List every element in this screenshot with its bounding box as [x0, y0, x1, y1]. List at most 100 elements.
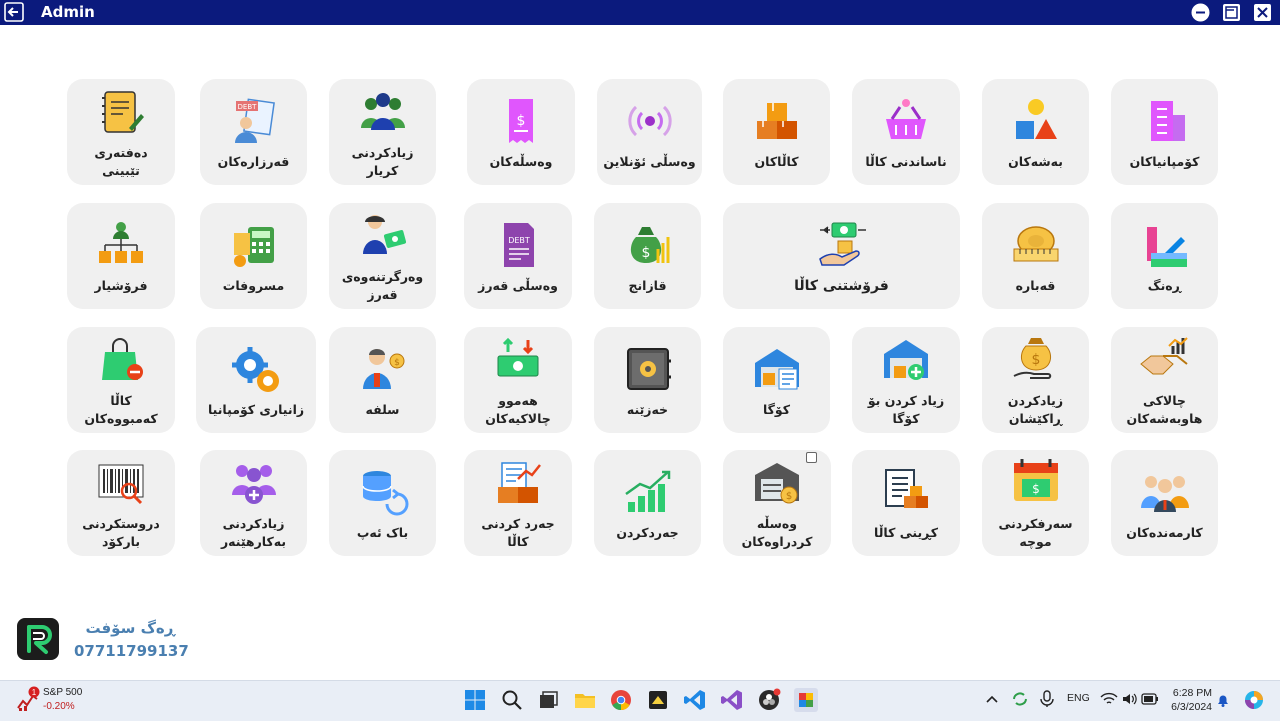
tile-settings-gears[interactable]: زانیاری کۆمپانیا	[196, 327, 316, 433]
tile-handshake[interactable]: چالاکی هاوبەشەکان	[1111, 327, 1218, 433]
tile-checkbox[interactable]	[806, 452, 817, 463]
tile-growth-chart[interactable]: جەردکردن	[594, 450, 701, 556]
chrome-icon[interactable]	[609, 688, 633, 712]
money-hand-icon: $	[1008, 332, 1064, 388]
safe-icon	[620, 341, 676, 397]
brand-name: ڕەگ سۆفت	[85, 619, 175, 637]
tile-backup-database[interactable]: باک ئەپ	[329, 450, 436, 556]
maximize-icon[interactable]	[1222, 3, 1241, 22]
task-view-icon[interactable]	[536, 688, 560, 712]
tile-online-broadcast[interactable]: وەسڵی ئۆنلاین	[597, 79, 702, 185]
tile-basket[interactable]: ناساندنی کاڵا	[852, 79, 960, 185]
tile-customers[interactable]: زیادکردنی کریار	[329, 79, 436, 185]
purchase-list-icon	[878, 464, 934, 520]
speaker-icon[interactable]	[1121, 691, 1137, 707]
active-app-icon[interactable]	[794, 688, 818, 712]
tile-expenses-calculator[interactable]: مسروفات	[200, 203, 307, 309]
tile-label: کڕینی کاڵا	[874, 525, 938, 540]
close-icon[interactable]	[1253, 3, 1272, 22]
tile-label: سلفە	[365, 402, 400, 417]
backup-database-icon	[355, 464, 411, 520]
tile-label: فرۆشتنی کاڵا	[794, 278, 889, 294]
salary-calendar-icon: $	[1008, 455, 1064, 511]
boxes-icon	[749, 93, 805, 149]
svg-text:DEBT: DEBT	[237, 103, 257, 111]
back-icon[interactable]	[4, 2, 24, 22]
basket-icon	[878, 93, 934, 149]
tile-shopping-bag-minus[interactable]: کاڵا کەمبووەکان	[67, 327, 175, 433]
tile-label: قازانج	[628, 278, 667, 293]
tile-shapes[interactable]: بەشەکان	[982, 79, 1089, 185]
tile-safe[interactable]: خەزێنە	[594, 327, 701, 433]
clock-time[interactable]: 6:28 PM	[1172, 687, 1212, 699]
tile-label: باک ئەپ	[356, 525, 409, 540]
tile-label: خەزێنە	[626, 402, 669, 417]
tile-sell-goods[interactable]: فرۆشتنی کاڵا	[723, 203, 960, 309]
tile-warehouse[interactable]: کۆگا	[723, 327, 830, 433]
tile-label: کاڵا کەمبووەکان	[84, 393, 158, 426]
vscode-icon[interactable]	[683, 688, 707, 712]
debt-receipt-icon: DEBT	[490, 217, 546, 273]
visual-studio-icon[interactable]	[720, 688, 744, 712]
minimize-icon[interactable]	[1191, 3, 1210, 22]
tile-profit-moneybag[interactable]: $ قازانج	[594, 203, 701, 309]
svg-text:$: $	[1031, 352, 1040, 368]
stock-chart-icon[interactable]: 1	[16, 686, 42, 712]
tile-label: ڕەنگ	[1147, 278, 1182, 293]
search-icon[interactable]	[500, 688, 524, 712]
tile-company-building[interactable]: کۆمپانیاکان	[1111, 79, 1218, 185]
tile-label: وەسڵی قەرز	[478, 278, 558, 293]
sticky-app-icon[interactable]	[646, 688, 670, 712]
sync-icon[interactable]	[1011, 690, 1029, 708]
tile-barcode[interactable]: دروستکردنی بارکۆد	[67, 450, 175, 556]
chevron-up-icon[interactable]	[984, 692, 1000, 708]
tile-receipt[interactable]: $ وەسڵەکان	[467, 79, 575, 185]
notification-bell-icon[interactable]	[1215, 692, 1231, 708]
microphone-icon[interactable]	[1039, 690, 1055, 708]
file-explorer-icon[interactable]	[573, 688, 597, 712]
tile-tape-measure[interactable]: قەبارە	[982, 203, 1089, 309]
profit-moneybag-icon: $	[620, 217, 676, 273]
tile-boxes[interactable]: کاڵاکان	[723, 79, 830, 185]
tile-label: بەشەکان	[1008, 154, 1063, 169]
tile-inventory-chart[interactable]: جەرد کردنی کاڵا	[464, 450, 572, 556]
settings-gears-icon	[228, 341, 284, 397]
tile-employees[interactable]: کارمەندەکان	[1111, 450, 1218, 556]
tile-salary-calendar[interactable]: $ سەرفکردنی موچە	[982, 450, 1089, 556]
tile-label: کۆمپانیاکان	[1129, 154, 1200, 169]
tile-advance-person[interactable]: $ سلفە	[329, 327, 436, 433]
stock-name: S&P 500	[43, 687, 83, 698]
tape-measure-icon	[1008, 217, 1064, 273]
language-indicator[interactable]: ENG	[1067, 692, 1090, 704]
tile-debt-people[interactable]: DEBT قەرزارەکان	[200, 79, 307, 185]
stock-change: -0.20%	[43, 701, 75, 712]
shapes-icon	[1008, 93, 1064, 149]
tile-label: زیادکردن ڕاکێشان	[1007, 393, 1064, 426]
tile-store-money[interactable]: $ وەسڵە کردراوەکان	[723, 450, 831, 556]
tile-color-palette[interactable]: ڕەنگ	[1111, 203, 1218, 309]
money-transfer-icon	[490, 332, 546, 388]
tile-purchase-list[interactable]: کڕینی کاڵا	[852, 450, 960, 556]
copilot-icon[interactable]	[1243, 689, 1265, 711]
tile-notebook[interactable]: دەفتەری تێبینی	[67, 79, 175, 185]
battery-icon[interactable]	[1141, 693, 1159, 705]
tile-debt-receipt[interactable]: DEBT وەسڵی قەرز	[464, 203, 572, 309]
tile-debt-collection[interactable]: وەرگرتنەوەی قەرز	[329, 203, 436, 309]
obs-icon[interactable]	[757, 688, 781, 712]
tile-money-hand[interactable]: $ زیادکردن ڕاکێشان	[982, 327, 1089, 433]
warehouse-add-icon	[878, 332, 934, 388]
brand-phone: 07711799137	[74, 642, 189, 660]
tile-seller-hierarchy[interactable]: فرۆشیار	[67, 203, 175, 309]
clock-date[interactable]: 6/3/2024	[1166, 701, 1212, 713]
tile-label: کاڵاکان	[754, 154, 799, 169]
tile-money-transfer[interactable]: هەموو چالاکیەکان	[464, 327, 572, 433]
tile-label: دروستکردنی بارکۆد	[82, 516, 160, 549]
windows-start-icon[interactable]	[463, 688, 487, 712]
svg-text:DEBT: DEBT	[508, 236, 530, 245]
tile-add-user[interactable]: زیادکردنی بەکارهێنەر	[200, 450, 307, 556]
tile-warehouse-add[interactable]: زیاد کردن بۆ کۆگا	[852, 327, 960, 433]
advance-person-icon: $	[355, 341, 411, 397]
tile-label: زیادکردنی کریار	[351, 145, 414, 178]
wifi-icon[interactable]	[1100, 691, 1118, 707]
sell-goods-icon	[814, 217, 870, 273]
